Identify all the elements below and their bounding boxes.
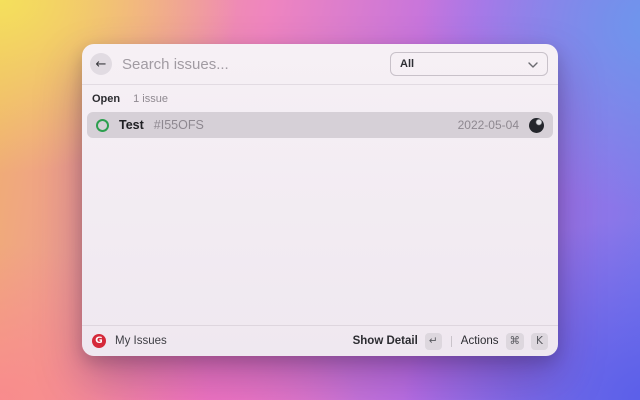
issue-row[interactable]: Test #I55OFS 2022-05-04 xyxy=(87,112,553,138)
issue-title: Test xyxy=(119,118,144,132)
actions-button[interactable]: Actions ⌘ K xyxy=(460,332,548,350)
app-logo-letter: G xyxy=(95,335,103,346)
desktop-background: { "window": { "header": { "back_icon": "… xyxy=(0,0,640,400)
app-logo-icon: G xyxy=(92,334,106,348)
filter-dropdown-value: All xyxy=(400,58,415,70)
section-status-label: Open xyxy=(92,93,121,105)
open-issue-status-icon xyxy=(96,118,109,132)
section-count-label: 1 issue xyxy=(133,93,168,105)
assignee-avatar xyxy=(529,117,544,133)
my-issues-label: My Issues xyxy=(115,335,167,347)
search-header: ← All xyxy=(82,44,558,85)
list-section-header: Open 1 issue xyxy=(82,85,558,109)
list-empty-area xyxy=(82,138,558,325)
show-detail-button[interactable]: Show Detail ↵ xyxy=(352,332,442,350)
filter-dropdown[interactable]: All xyxy=(390,52,548,76)
show-detail-label: Show Detail xyxy=(352,335,418,347)
issue-id: #I55OFS xyxy=(153,118,204,132)
chevron-down-icon xyxy=(528,55,538,73)
footer-bar: G My Issues Show Detail ↵ Actions ⌘ K xyxy=(82,325,558,356)
back-button[interactable]: ← xyxy=(90,53,112,75)
search-issues-window: ← All Open 1 issue Test #I55OFS 2022-05-… xyxy=(82,44,558,356)
footer-divider xyxy=(450,335,452,347)
search-input[interactable] xyxy=(122,55,378,73)
issue-date: 2022-05-04 xyxy=(457,118,519,132)
command-key-icon: ⌘ xyxy=(505,332,524,350)
actions-label: Actions xyxy=(460,335,499,347)
k-key-icon: K xyxy=(531,332,548,350)
return-key-icon: ↵ xyxy=(424,332,442,350)
back-arrow-icon: ← xyxy=(95,56,107,72)
